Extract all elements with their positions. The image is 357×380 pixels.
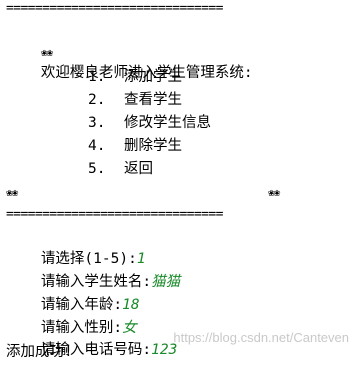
result-message: 添加成功! <box>6 344 73 360</box>
flower-left-icon: ❀❀ <box>6 186 18 199</box>
menu-item-5-number: 5. <box>88 161 106 177</box>
menu-item-4-number: 4. <box>88 138 106 154</box>
menu-item-3-number: 3. <box>88 115 106 131</box>
menu-item-4-label: 删除学生 <box>124 138 182 154</box>
separator-top: ============================== <box>6 1 223 16</box>
menu-item-1-number: 1. <box>88 69 106 85</box>
menu-item-2-label: 查看学生 <box>124 92 182 108</box>
menu-item-2-number: 2. <box>88 92 106 108</box>
separator-bottom: ============================== <box>6 207 223 222</box>
flower-right-icon: ❀❀ <box>268 186 280 199</box>
flower-icon: ❀❀ <box>40 46 53 59</box>
prompt-value: 猫猫 <box>151 274 181 290</box>
menu-item-3-label: 修改学生信息 <box>124 115 211 131</box>
console-output: ============================== ❀❀ 欢迎樱良老师… <box>0 0 357 361</box>
menu-item-1-label: 添加学生 <box>124 69 182 85</box>
watermark-text: https://blog.csdn.net/Canteven <box>173 330 349 345</box>
menu-item-5-label: 返回 <box>124 161 153 177</box>
